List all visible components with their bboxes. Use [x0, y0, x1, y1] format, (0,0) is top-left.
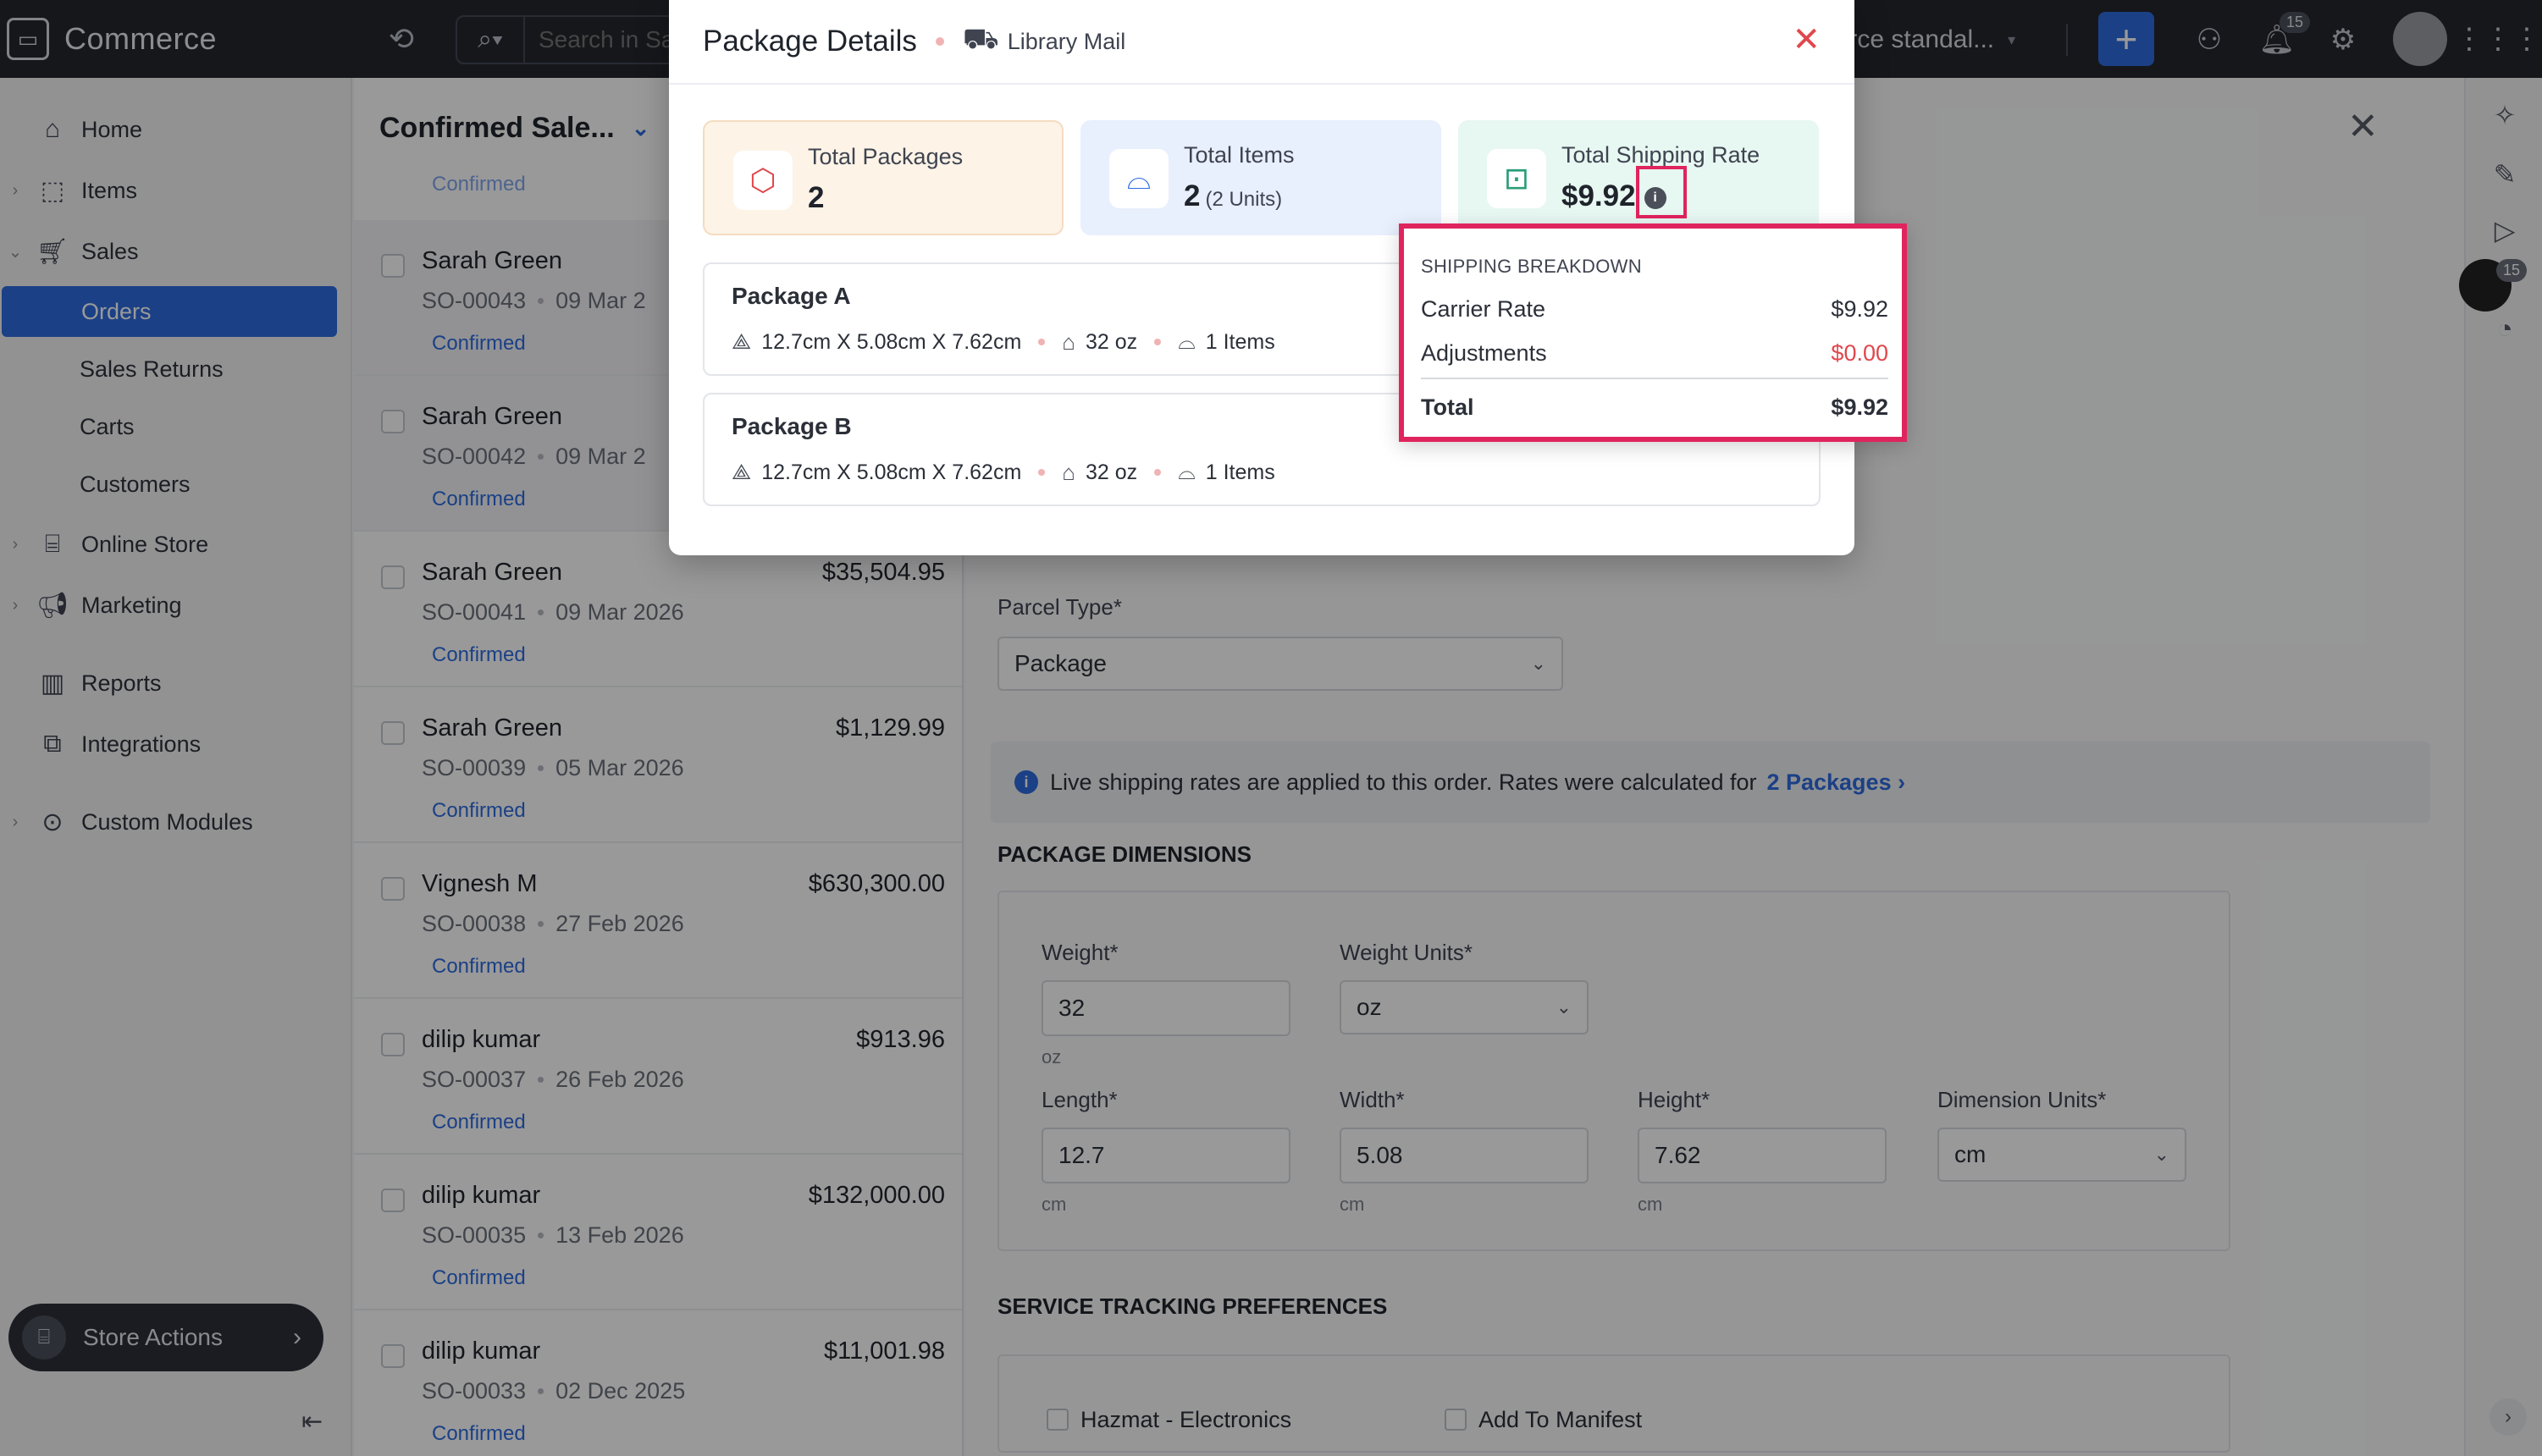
money-icon: ⊡	[1487, 149, 1546, 208]
package-icon: ⬡	[733, 151, 793, 210]
dimensions-icon: ⟁	[732, 328, 752, 354]
basket-icon: ⌓	[1178, 328, 1196, 354]
modal-title: Package Details	[703, 25, 917, 58]
total-items-card: ⌓ Total Items 2 (2 Units)	[1080, 120, 1441, 235]
breakdown-title: SHIPPING BREAKDOWN	[1421, 256, 1642, 277]
close-icon[interactable]: ✕	[1792, 20, 1821, 59]
package-meta: ⟁ 12.7cm X 5.08cm X 7.62cm ⌂ 32 oz ⌓ 1 I…	[732, 459, 1275, 485]
carrier-name: Library Mail	[1007, 28, 1126, 54]
breakdown-divider	[1421, 378, 1888, 379]
package-name: Package A	[732, 283, 851, 309]
basket-icon: ⌓	[1178, 459, 1196, 484]
weight-icon: ⌂	[1062, 328, 1076, 355]
weight-icon: ⌂	[1062, 459, 1076, 485]
basket-icon: ⌓	[1109, 149, 1169, 208]
modal-header: Package Details ⛟ Library Mail ✕	[669, 0, 1854, 85]
package-name: Package B	[732, 413, 852, 439]
carrier-rate-row: Carrier Rate $9.92	[1421, 296, 1888, 322]
title-separator	[935, 37, 944, 46]
package-meta: ⟁ 12.7cm X 5.08cm X 7.62cm ⌂ 32 oz ⌓ 1 I…	[732, 328, 1275, 355]
dimensions-icon: ⟁	[732, 459, 752, 484]
total-row: Total $9.92	[1421, 394, 1888, 420]
stat-value: 2	[808, 181, 825, 214]
adjustments-row: Adjustments $0.00	[1421, 340, 1888, 366]
truck-icon: ⛟	[962, 23, 999, 55]
stat-label: Total Items	[1184, 142, 1295, 168]
stat-label: Total Shipping Rate	[1561, 142, 1760, 168]
stat-value: 2 (2 Units)	[1184, 179, 1283, 212]
shipping-breakdown-popover: SHIPPING BREAKDOWN Carrier Rate $9.92 Ad…	[1399, 223, 1907, 442]
stat-label: Total Packages	[808, 144, 964, 169]
info-icon-highlight	[1636, 166, 1687, 218]
total-packages-card: ⬡ Total Packages 2	[703, 120, 1064, 235]
